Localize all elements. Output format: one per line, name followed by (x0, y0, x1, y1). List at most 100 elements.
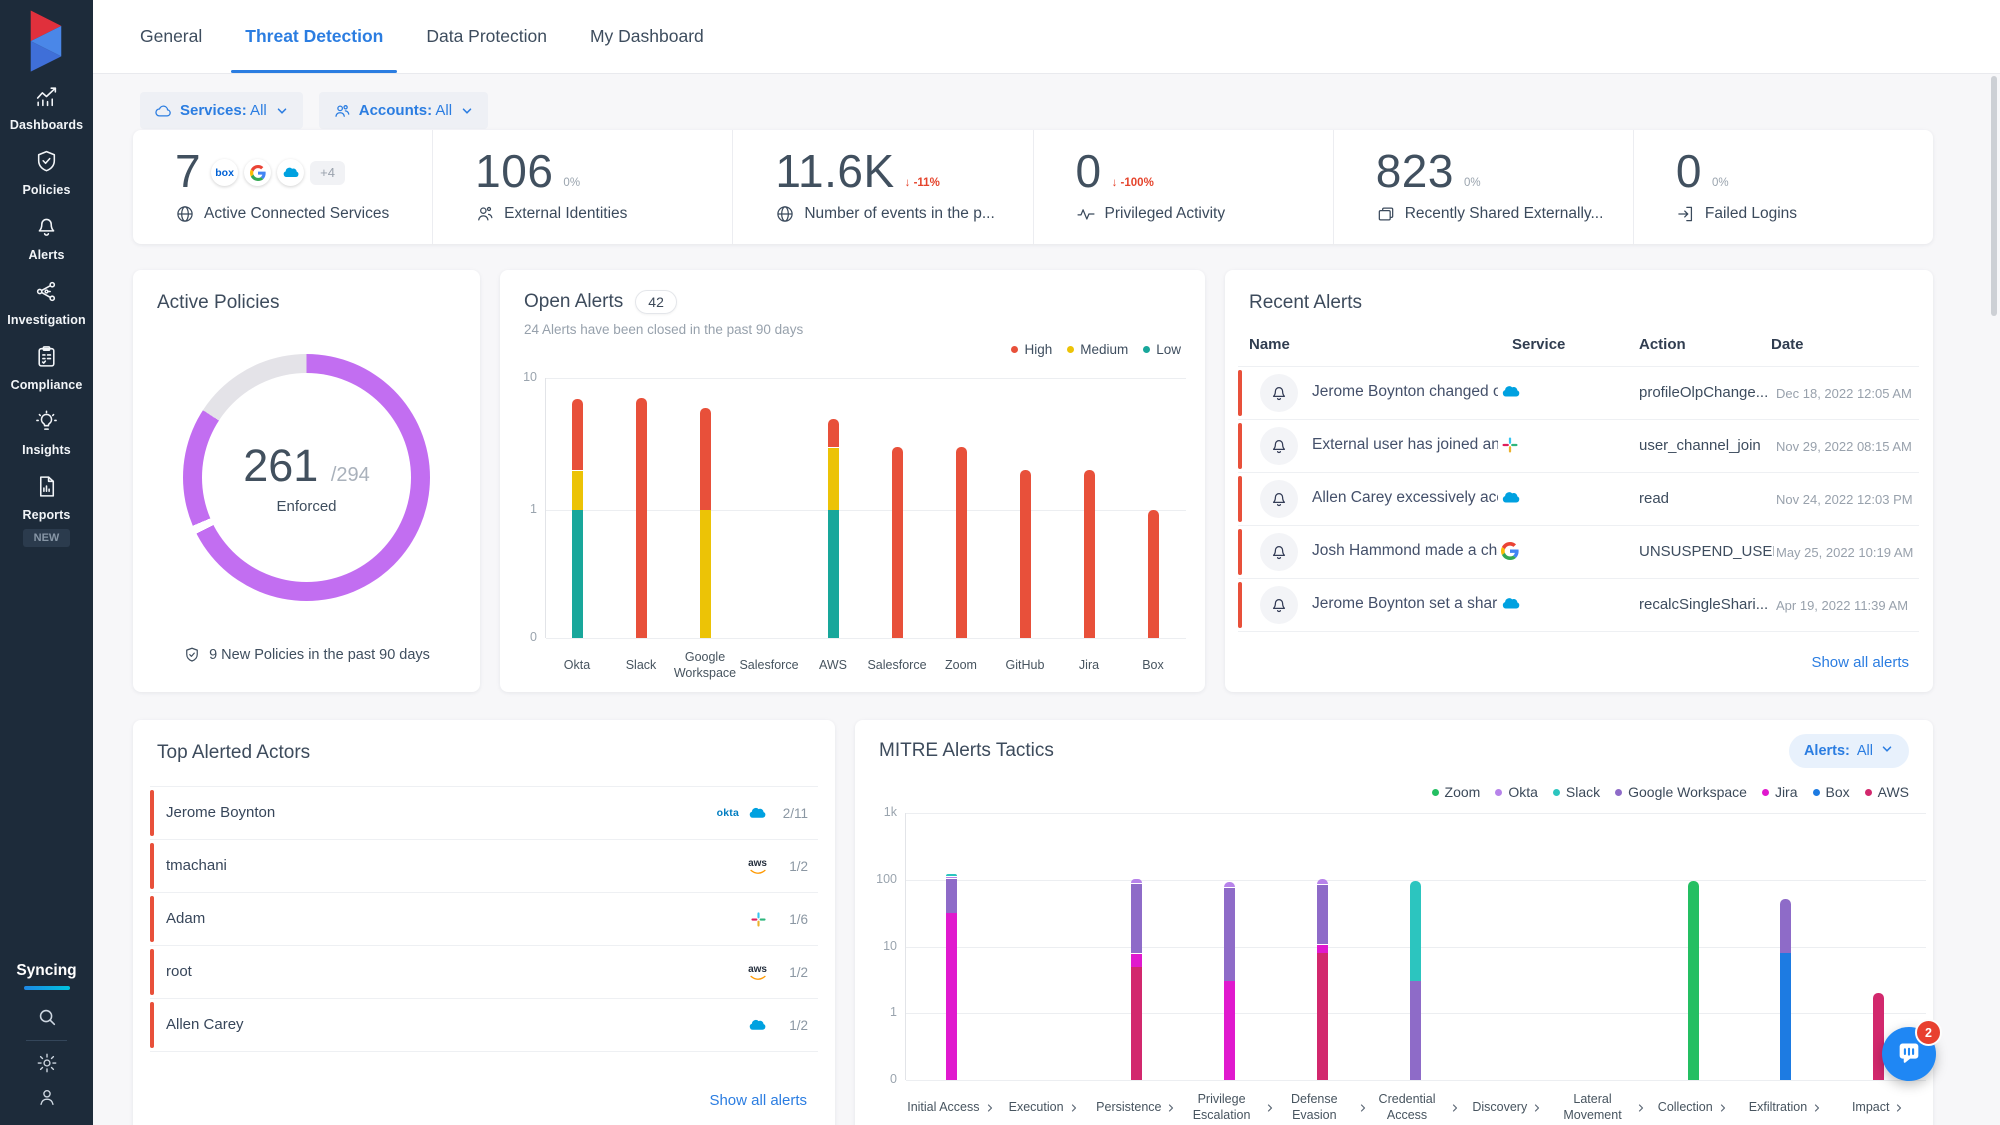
page-scrollbar[interactable] (1991, 76, 1997, 316)
legend-slack[interactable]: Slack (1553, 784, 1600, 800)
sidebar-item-compliance[interactable]: Compliance (0, 344, 93, 392)
actor-name: Adam (166, 910, 205, 927)
segment-aws (1873, 993, 1884, 1080)
actor-alert-count: 1/2 (776, 965, 808, 980)
tab-threat-detection[interactable]: Threat Detection (245, 0, 383, 73)
alert-bell-icon (1260, 374, 1298, 412)
recent-alerts-card: Recent Alerts NameServiceActionDate Jero… (1225, 270, 1933, 692)
sidebar-item-dashboards[interactable]: Dashboards (0, 84, 93, 132)
x-label-persistence[interactable]: Persistence (1090, 1088, 1183, 1125)
alert-row[interactable]: Jerome Boynton changed obj...profileOlpC… (1238, 366, 1919, 420)
actor-row[interactable]: tmachaniaws1/2 (150, 840, 818, 893)
tab-general[interactable]: General (140, 0, 202, 73)
x-label-initial-access[interactable]: Initial Access (905, 1088, 998, 1125)
legend-google-workspace[interactable]: Google Workspace (1615, 784, 1747, 800)
sidebar-item-insights[interactable]: Insights (0, 409, 93, 457)
sidebar-item-investigation[interactable]: Investigation (0, 279, 93, 327)
actor-row[interactable]: Allen Carey1/2 (150, 999, 818, 1052)
legend-dot (1495, 789, 1502, 796)
segment-high (700, 408, 711, 510)
open-alerts-legend: High Medium Low (1011, 342, 1181, 357)
stat-recently-shared-externally: 8230%Recently Shared Externally... (1333, 130, 1633, 244)
segment-google-workspace (946, 879, 957, 912)
chevron-right-icon (1357, 1102, 1369, 1114)
sidebar-item-alerts[interactable]: Alerts (0, 214, 93, 262)
stat-label-text: External Identities (504, 205, 627, 223)
segment-jira (1131, 954, 1142, 967)
tab-my-dashboard[interactable]: My Dashboard (590, 0, 704, 73)
new-badge: NEW (23, 529, 71, 547)
x-label-impact[interactable]: Impact (1832, 1088, 1925, 1125)
actor-row[interactable]: Adam1/6 (150, 893, 818, 946)
legend-jira[interactable]: Jira (1762, 784, 1798, 800)
sidebar-item-reports[interactable]: ReportsNEW (0, 474, 93, 547)
user-icon (475, 204, 495, 224)
legend-medium[interactable]: Medium (1067, 342, 1128, 357)
legend-box[interactable]: Box (1813, 784, 1850, 800)
actor-row[interactable]: Jerome Boyntonokta2/11 (150, 786, 818, 840)
insights-icon (34, 409, 59, 439)
chevron-down-icon (1880, 742, 1894, 760)
x-label-privilege-escalation[interactable]: Privilege Escalation (1183, 1088, 1276, 1125)
profile-icon[interactable] (0, 1086, 93, 1108)
alert-row[interactable]: External user has joined an in...user_ch… (1238, 420, 1919, 473)
sidebar-item-policies[interactable]: Policies (0, 149, 93, 197)
legend-zoom[interactable]: Zoom (1432, 784, 1481, 800)
actors-show-all-link[interactable]: Show all alerts (709, 1092, 807, 1109)
recent-show-all-link[interactable]: Show all alerts (1811, 654, 1909, 671)
y-tick-0: 0 (861, 1072, 897, 1086)
x-label-defense-evasion[interactable]: Defense Evasion (1276, 1088, 1369, 1125)
mitre-alerts-filter[interactable]: Alerts:All (1789, 734, 1909, 768)
top-actors-title: Top Alerted Actors (157, 742, 310, 764)
users-icon (333, 102, 351, 120)
search-icon[interactable] (0, 1006, 93, 1028)
legend-dot (1553, 789, 1560, 796)
actor-row[interactable]: rootaws1/2 (150, 946, 818, 999)
x-label-collection[interactable]: Collection (1647, 1088, 1740, 1125)
stat-trend: ↓ -11% (905, 177, 940, 192)
stat-value: 11.6K (775, 150, 894, 192)
legend-high[interactable]: High (1011, 342, 1052, 357)
globe-icon (775, 204, 795, 224)
x-label-lateral-movement[interactable]: Lateral Movement (1554, 1088, 1647, 1125)
alert-action: UNSUSPEND_USER (1639, 543, 1774, 560)
salesforce-icon (282, 165, 300, 181)
x-label-zoom: Zoom (929, 646, 993, 686)
x-label-credential-access[interactable]: Credential Access (1369, 1088, 1462, 1125)
bar-collection (1647, 813, 1740, 1080)
alert-row[interactable]: Josh Hammond made a chan...UNSUSPEND_USE… (1238, 526, 1919, 579)
legend-dot (1865, 789, 1872, 796)
chat-launcher[interactable]: 2 (1882, 1027, 1936, 1081)
segment-okta (946, 877, 957, 879)
x-label-exfiltration[interactable]: Exfiltration (1740, 1088, 1833, 1125)
services-filter[interactable]: Services: All (140, 92, 303, 129)
alert-row[interactable]: Jerome Boynton set a sharing...recalcSin… (1238, 579, 1919, 632)
y-tick-100: 100 (861, 872, 897, 886)
active-policies-title: Active Policies (157, 292, 280, 314)
active-policies-card: Active Policies 261 /294 Enforced 9 New … (133, 270, 480, 692)
bar-google-workspace (673, 378, 737, 638)
box-icon: box (211, 159, 238, 186)
legend-okta[interactable]: Okta (1495, 784, 1538, 800)
gear-icon[interactable] (0, 1052, 93, 1074)
segment-high (956, 447, 967, 638)
segment-jira (946, 913, 957, 1080)
brand-logo[interactable] (18, 8, 74, 68)
alert-row[interactable]: Allen Carey excessively acces...readNov … (1238, 473, 1919, 526)
segment-high (572, 399, 583, 470)
stat-label-text: Active Connected Services (204, 205, 389, 223)
sidebar-item-syncing[interactable]: Syncing (0, 962, 93, 990)
x-label-execution[interactable]: Execution (998, 1088, 1091, 1125)
tab-data-protection[interactable]: Data Protection (426, 0, 547, 73)
stat-value: 106 (475, 150, 553, 192)
accounts-filter[interactable]: Accounts: All (319, 92, 488, 129)
more-services-chip[interactable]: +4 (310, 161, 345, 185)
x-label-discovery[interactable]: Discovery (1461, 1088, 1554, 1125)
stat-failed-logins: 00%Failed Logins (1633, 130, 1933, 244)
legend-low[interactable]: Low (1143, 342, 1181, 357)
legend-dot (1011, 346, 1018, 353)
y-tick-1: 1 (861, 1005, 897, 1019)
legend-aws[interactable]: AWS (1865, 784, 1909, 800)
globe-icon (175, 204, 195, 224)
y-tick-10: 10 (861, 939, 897, 953)
